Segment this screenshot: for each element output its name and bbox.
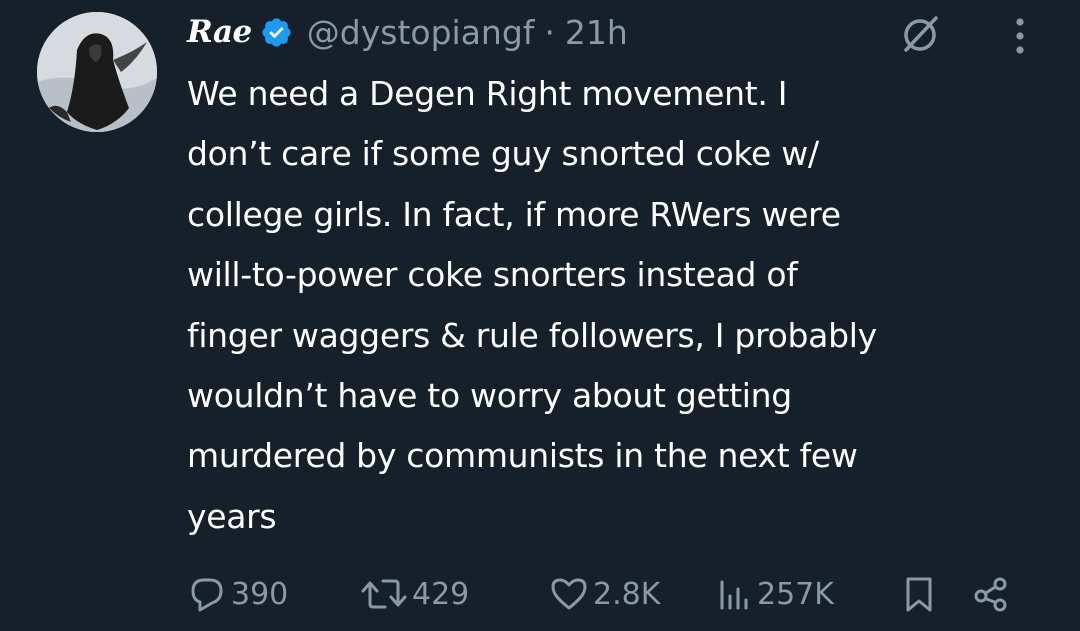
tweet-line: years [187, 496, 277, 536]
repost-count: 429 [412, 576, 470, 612]
verified-badge-icon [260, 16, 293, 49]
tweet-line: don’t care if some guy snorted coke w/ [187, 134, 819, 174]
like-count: 2.8K [593, 576, 661, 612]
more-icon[interactable] [1002, 14, 1038, 58]
separator-dot: · [544, 12, 555, 52]
bookmark-button[interactable] [899, 566, 939, 622]
like-button[interactable]: 2.8K [549, 566, 660, 622]
grok-icon[interactable] [898, 12, 942, 56]
tweet-line: college girls. In fact, if more RWers we… [187, 194, 841, 234]
action-bar: 390 429 2.8K 257K [187, 566, 1047, 622]
avatar[interactable] [37, 12, 157, 132]
reply-count: 390 [231, 576, 289, 612]
reply-icon [187, 574, 227, 614]
tweet-header: Rae @dystopiangf · 21h [187, 10, 628, 54]
repost-button[interactable]: 429 [360, 566, 469, 622]
share-icon [971, 574, 1011, 614]
share-button[interactable] [971, 566, 1011, 622]
views-count: 257K [757, 576, 834, 612]
tweet: Rae @dystopiangf · 21h We need a Degen R… [0, 0, 1080, 631]
views-icon [717, 574, 753, 614]
tweet-line: will-to-power coke snorters instead of [187, 255, 798, 295]
tweet-text: We need a Degen Right movement. I don’t … [187, 64, 1062, 547]
tweet-line: murdered by communists in the next few [187, 436, 858, 476]
tweet-line: We need a Degen Right movement. I [187, 74, 788, 113]
reply-button[interactable]: 390 [187, 566, 288, 622]
bookmark-icon [899, 574, 939, 614]
handle[interactable]: @dystopiangf [307, 13, 535, 52]
tweet-line: finger waggers & rule followers, I proba… [187, 315, 877, 355]
display-name[interactable]: Rae [187, 14, 252, 50]
timestamp[interactable]: 21h [565, 13, 628, 52]
avatar-image [37, 12, 157, 132]
tweet-line: wouldn’t have to worry about getting [187, 376, 792, 416]
heart-icon [549, 574, 589, 614]
views-button[interactable]: 257K [717, 566, 834, 622]
repost-icon [360, 574, 408, 614]
